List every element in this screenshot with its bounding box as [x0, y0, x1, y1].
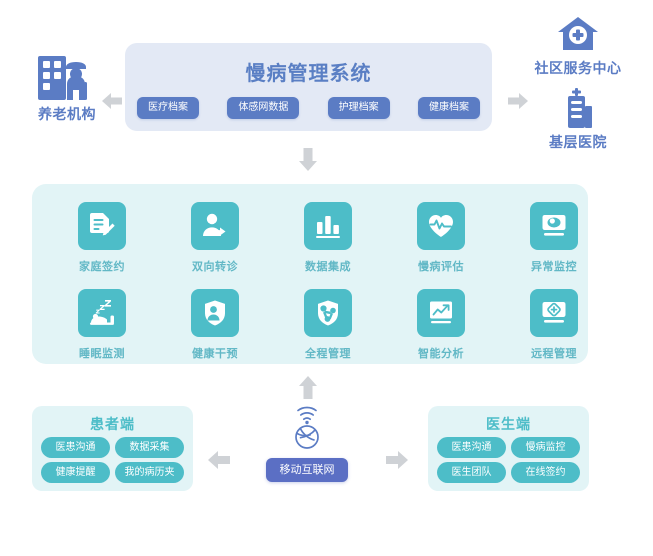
- arrow-to-doctor: [384, 448, 410, 472]
- chip-patient-doctor-communication[interactable]: 医患沟通: [41, 437, 110, 458]
- doctor-panel: 医生端 医患沟通 慢病监控 医生团队 在线签约: [428, 406, 589, 491]
- service-label: 慢病评估: [418, 261, 464, 273]
- services-panel: 家庭签约 双向转诊 数据集成 慢病评估 异常监控 睡眠监测 健康干预 全程管理 …: [32, 184, 588, 364]
- service-remote-management[interactable]: 远程管理: [508, 289, 600, 361]
- chip-my-medical-records[interactable]: 我的病历夹: [115, 462, 184, 483]
- service-label: 睡眠监测: [79, 348, 125, 360]
- diagram-canvas: 养老机构 慢病管理系统 医疗档案 体感网数据 护理档案 健康档案 社区服务中心 …: [0, 0, 653, 556]
- entity-label: 养老机构: [38, 106, 96, 122]
- patient-panel: 患者端 医患沟通 数据采集 健康提醒 我的病历夹: [32, 406, 193, 491]
- building-with-elderly-person-icon: [34, 52, 100, 102]
- mobile-internet-label[interactable]: 移动互联网: [266, 458, 348, 482]
- service-intelligent-analysis[interactable]: 智能分析: [395, 289, 487, 361]
- pill-health-records[interactable]: 健康档案: [417, 97, 480, 119]
- service-sleep-monitoring[interactable]: 睡眠监测: [56, 289, 148, 361]
- monitor-eye-icon: [530, 202, 578, 250]
- arrow-down-to-services: [297, 146, 319, 172]
- wifi-globe-icon: [287, 404, 327, 452]
- service-label: 健康干预: [192, 348, 238, 360]
- arrow-to-patient: [206, 448, 232, 472]
- mobile-internet-node[interactable]: 移动互联网: [262, 404, 352, 490]
- sleeping-bed-zzz-icon: [78, 289, 126, 337]
- chip-health-reminder[interactable]: 健康提醒: [41, 462, 110, 483]
- chip-doctor-team[interactable]: 医生团队: [437, 462, 506, 483]
- person-referral-icon: [191, 202, 239, 250]
- trend-analysis-chart-icon: [417, 289, 465, 337]
- service-chronic-disease-assessment[interactable]: 慢病评估: [395, 202, 487, 274]
- chip-online-signing[interactable]: 在线签约: [511, 462, 580, 483]
- entity-elderly-care-institution[interactable]: 养老机构: [30, 52, 104, 130]
- patient-panel-title: 患者端: [90, 416, 135, 432]
- service-label: 异常监控: [531, 261, 577, 273]
- page-title: 慢病管理系统: [245, 63, 372, 85]
- services-grid: 家庭签约 双向转诊 数据集成 慢病评估 异常监控 睡眠监测 健康干预 全程管理 …: [32, 184, 588, 364]
- service-label: 智能分析: [418, 348, 464, 360]
- service-health-intervention[interactable]: 健康干预: [169, 289, 261, 361]
- service-label: 全程管理: [305, 348, 351, 360]
- chip-data-collection[interactable]: 数据采集: [115, 437, 184, 458]
- header-pill-row: 医疗档案 体感网数据 护理档案 健康档案: [137, 95, 480, 121]
- arrow-up-to-services: [297, 375, 319, 401]
- chip-doctor-patient-communication[interactable]: 医患沟通: [437, 437, 506, 458]
- heart-pulse-icon: [417, 202, 465, 250]
- service-two-way-referral[interactable]: 双向转诊: [169, 202, 261, 274]
- doctor-panel-title: 医生端: [486, 416, 531, 432]
- pill-medical-records[interactable]: 医疗档案: [137, 97, 199, 119]
- pill-nursing-records[interactable]: 护理档案: [327, 97, 390, 119]
- primary-hospital-building-icon: [559, 88, 597, 128]
- community-clinic-house-cross-icon: [557, 16, 599, 54]
- entity-primary-hospital[interactable]: 基层医院: [508, 88, 648, 154]
- document-sign-icon: [78, 202, 126, 250]
- entity-community-service-center[interactable]: 社区服务中心: [508, 16, 648, 82]
- chip-chronic-disease-monitoring[interactable]: 慢病监控: [511, 437, 580, 458]
- entity-label: 基层医院: [549, 134, 607, 150]
- service-data-integration[interactable]: 数据集成: [282, 202, 374, 274]
- service-label: 数据集成: [305, 261, 351, 273]
- service-label: 远程管理: [531, 348, 577, 360]
- pill-body-sensor-data[interactable]: 体感网数据: [227, 97, 300, 119]
- remote-monitor-cross-icon: [530, 289, 578, 337]
- service-whole-process-management[interactable]: 全程管理: [282, 289, 374, 361]
- bar-chart-icon: [304, 202, 352, 250]
- entity-label: 社区服务中心: [534, 60, 622, 76]
- doctor-chip-grid: 医患沟通 慢病监控 医生团队 在线签约: [437, 437, 580, 483]
- service-abnormality-monitoring[interactable]: 异常监控: [508, 202, 600, 274]
- service-family-contract[interactable]: 家庭签约: [56, 202, 148, 274]
- arrow-left: [100, 90, 124, 112]
- shield-network-icon: [304, 289, 352, 337]
- system-header-panel: 慢病管理系统 医疗档案 体感网数据 护理档案 健康档案: [125, 43, 492, 131]
- service-label: 双向转诊: [192, 261, 238, 273]
- shield-person-plus-icon: [191, 289, 239, 337]
- patient-chip-grid: 医患沟通 数据采集 健康提醒 我的病历夹: [41, 437, 184, 483]
- service-label: 家庭签约: [79, 261, 125, 273]
